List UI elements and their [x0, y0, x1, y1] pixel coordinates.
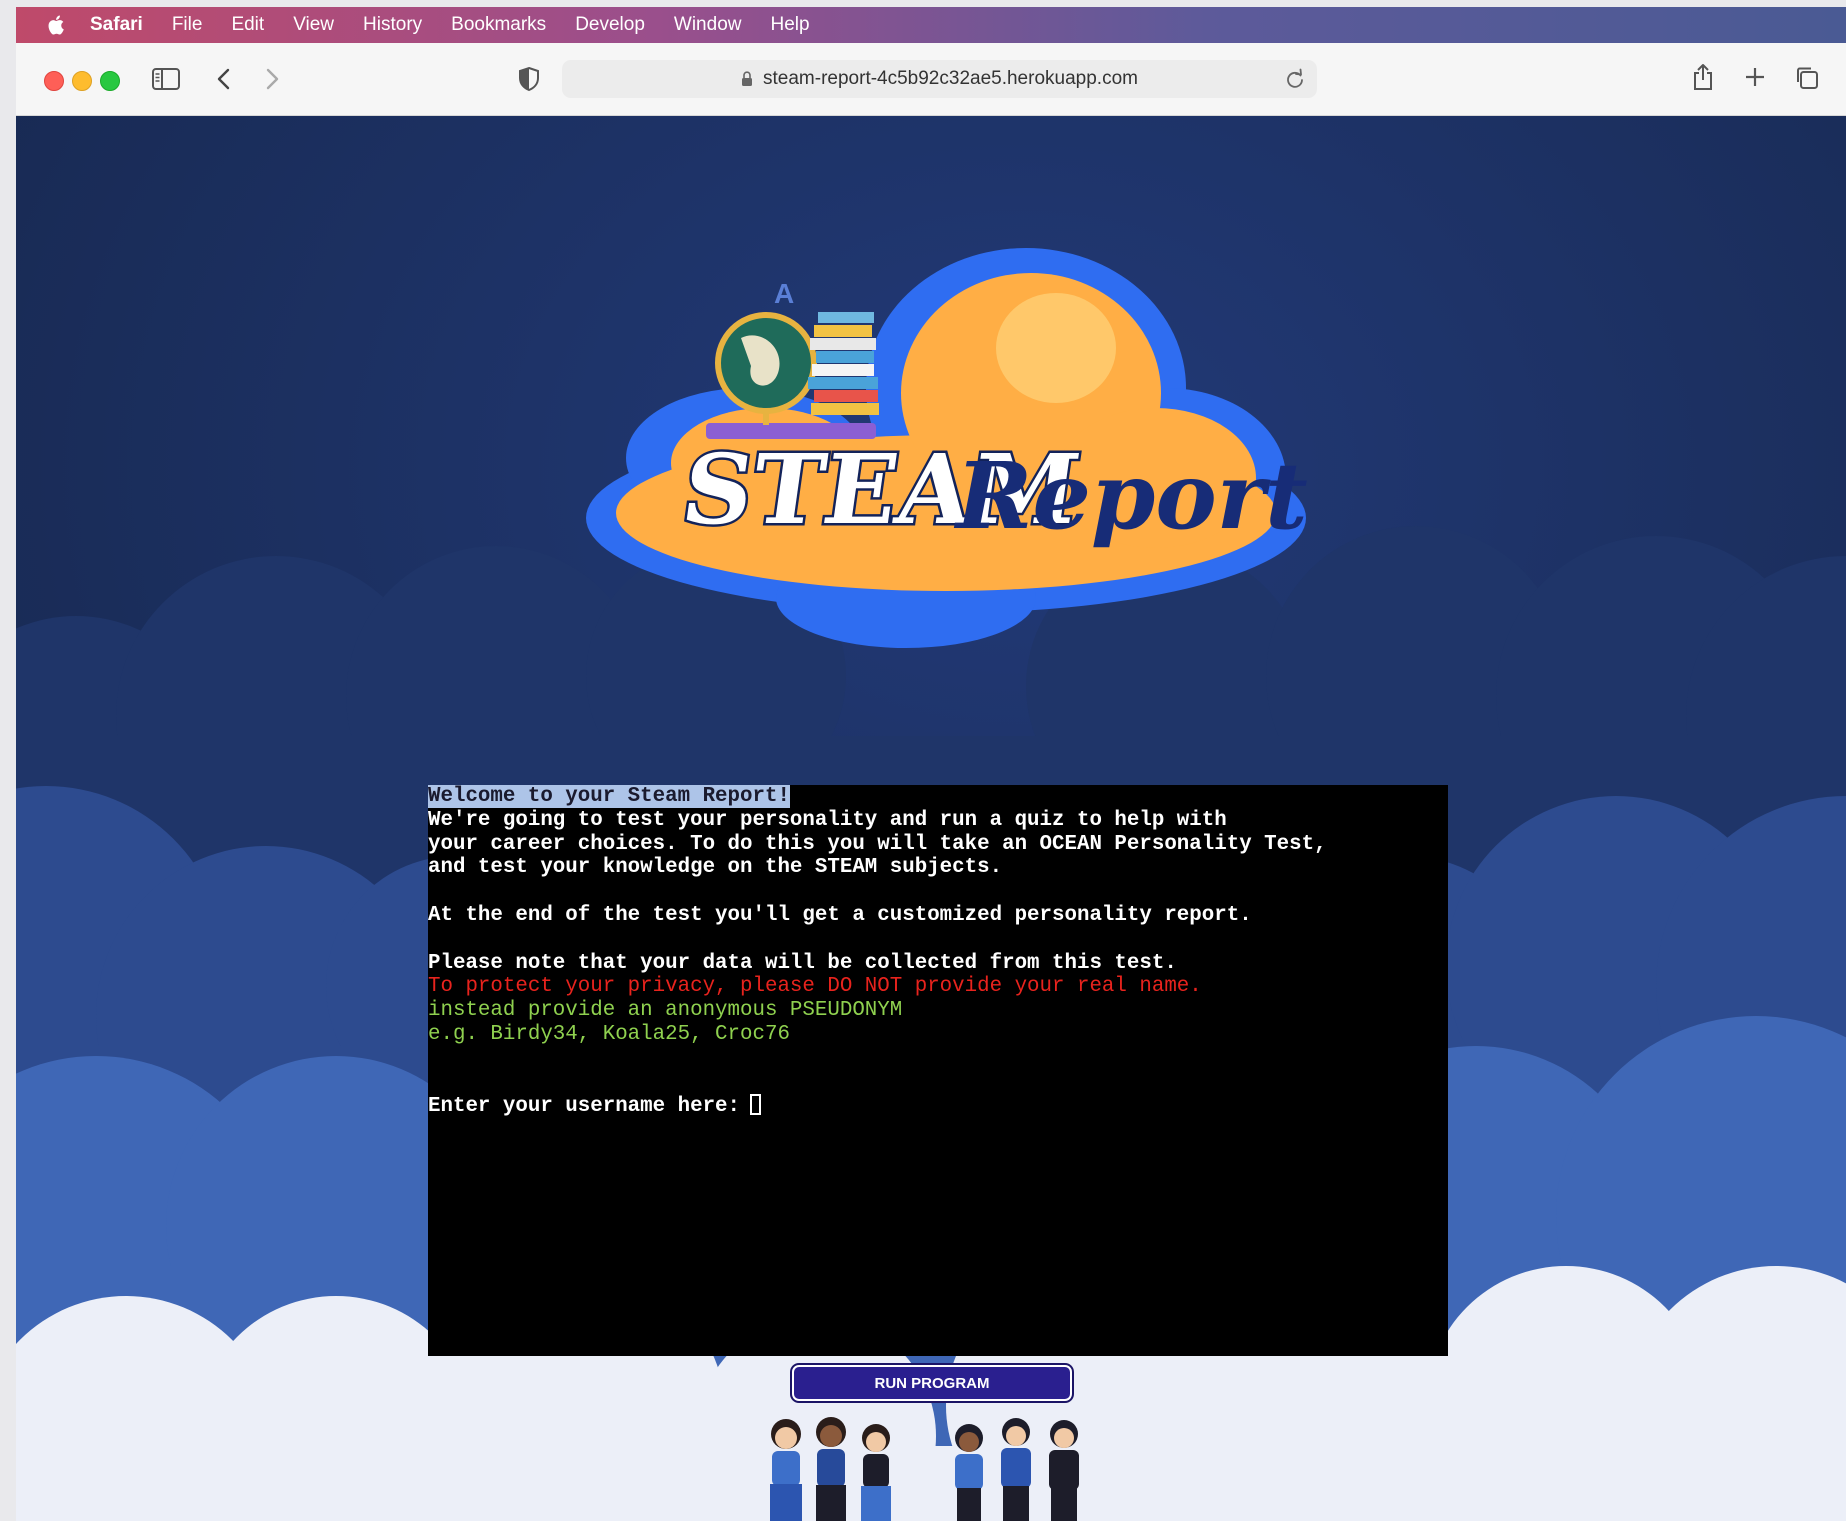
- intro-line-1: We're going to test your personality and…: [428, 808, 1227, 832]
- terminal-console[interactable]: Welcome to your Steam Report! We're goin…: [428, 785, 1448, 1356]
- address-bar[interactable]: steam-report-4c5b92c32ae5.herokuapp.com: [562, 60, 1317, 98]
- forward-icon[interactable]: [264, 68, 280, 90]
- pseudonym-hint: instead provide an anonymous PSEUDONYM: [428, 999, 903, 1023]
- new-tab-icon[interactable]: [1744, 66, 1766, 88]
- share-icon[interactable]: [1692, 63, 1714, 91]
- menu-file[interactable]: File: [172, 14, 203, 36]
- menu-edit[interactable]: Edit: [231, 14, 264, 36]
- username-prompt: Enter your username here:: [428, 1095, 741, 1119]
- username-input-cursor[interactable]: [750, 1094, 762, 1116]
- menu-help[interactable]: Help: [770, 14, 809, 36]
- run-program-button[interactable]: RUN PROGRAM: [792, 1365, 1072, 1401]
- apple-logo-icon[interactable]: [46, 13, 68, 37]
- page-content: A STEAM Report Welcome to your Steam Rep…: [16, 116, 1846, 1521]
- url-text: steam-report-4c5b92c32ae5.herokuapp.com: [763, 68, 1138, 89]
- lock-icon: [741, 71, 753, 87]
- reload-icon[interactable]: [1285, 68, 1305, 90]
- intro-line-3: and test your knowledge on the STEAM sub…: [428, 856, 1003, 880]
- menu-develop[interactable]: Develop: [575, 14, 645, 36]
- close-window-button[interactable]: [44, 71, 64, 91]
- macos-menu-bar: Safari File Edit View History Bookmarks …: [16, 7, 1846, 43]
- data-collection-note: Please note that your data will be colle…: [428, 951, 1177, 975]
- svg-text:Report: Report: [953, 442, 1308, 550]
- browser-toolbar: steam-report-4c5b92c32ae5.herokuapp.com: [16, 43, 1846, 116]
- svg-text:A: A: [774, 278, 794, 309]
- sidebar-toggle-icon[interactable]: [152, 68, 180, 90]
- back-icon[interactable]: [216, 68, 232, 90]
- menu-window[interactable]: Window: [674, 14, 742, 36]
- privacy-shield-icon[interactable]: [518, 66, 540, 92]
- privacy-warning: To protect your privacy, please DO NOT p…: [428, 975, 1202, 999]
- menu-history[interactable]: History: [363, 14, 422, 36]
- tab-overview-icon[interactable]: [1794, 65, 1820, 91]
- menu-bookmarks[interactable]: Bookmarks: [451, 14, 546, 36]
- students-illustration: [770, 1417, 1079, 1521]
- menu-safari[interactable]: Safari: [90, 14, 143, 36]
- browser-window: steam-report-4c5b92c32ae5.herokuapp.com: [16, 43, 1846, 1521]
- welcome-heading: Welcome to your Steam Report!: [428, 785, 790, 808]
- zoom-window-button[interactable]: [100, 71, 120, 91]
- minimize-window-button[interactable]: [72, 71, 92, 91]
- steam-report-logo: A STEAM Report: [586, 248, 1308, 648]
- report-note: At the end of the test you'll get a cust…: [428, 903, 1252, 927]
- menu-view[interactable]: View: [293, 14, 334, 36]
- intro-line-2: your career choices. To do this you will…: [428, 832, 1327, 856]
- pseudonym-examples: e.g. Birdy34, Koala25, Croc76: [428, 1022, 790, 1046]
